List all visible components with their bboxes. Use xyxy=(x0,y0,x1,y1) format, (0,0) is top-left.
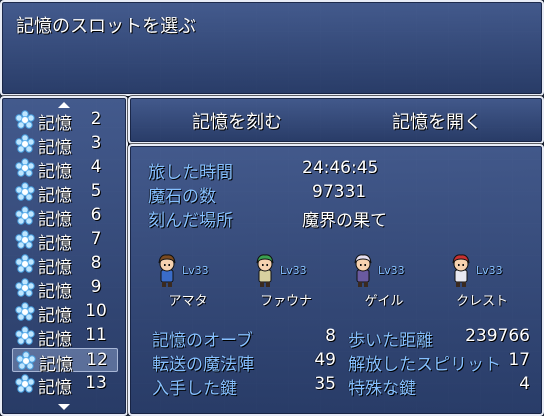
slot-label: 記憶 xyxy=(38,258,72,278)
help-window: 記憶のスロットを選ぶ xyxy=(0,0,544,96)
circle-label: 転送の魔法陣 xyxy=(152,355,254,375)
character-name: ゲイル xyxy=(364,294,404,309)
save-slot-9[interactable]: 記憶 9 xyxy=(12,276,118,302)
steps-value: 239766 xyxy=(465,326,530,346)
level-text: Lv33 xyxy=(476,264,503,277)
save-slot-13[interactable]: 記憶 13 xyxy=(12,372,118,398)
level-text: Lv33 xyxy=(378,264,405,277)
gold-value: 97331 xyxy=(312,182,367,202)
slot-number: 7 xyxy=(90,229,102,249)
special-keys-value: 4 xyxy=(519,374,530,394)
level-text: Lv33 xyxy=(182,264,209,277)
slot-number: 3 xyxy=(90,133,102,153)
character-name: クレスト xyxy=(455,294,508,309)
slot-number: 5 xyxy=(90,181,102,201)
slot-label: 記憶 xyxy=(38,306,72,326)
party-member-4: Lv33 クレスト xyxy=(434,250,530,310)
party-member-3: Lv33 ゲイル xyxy=(336,250,432,310)
save-slot-6[interactable]: 記憶 6 xyxy=(12,204,118,230)
character-name: ファウナ xyxy=(259,294,312,309)
level-text: Lv33 xyxy=(280,264,307,277)
slot-label: 記憶 xyxy=(38,114,72,134)
slot-label: 記憶 xyxy=(38,234,72,254)
slot-label: 記憶 xyxy=(38,162,72,182)
slot-number: 2 xyxy=(90,109,102,129)
save-slot-3[interactable]: 記憶 3 xyxy=(12,132,118,158)
save-slot-4[interactable]: 記憶 4 xyxy=(12,156,118,182)
slot-label: 記憶 xyxy=(38,186,72,206)
slot-number: 13 xyxy=(85,373,107,393)
load-memory-button[interactable]: 記憶を開く xyxy=(392,108,482,134)
save-slot-11[interactable]: 記憶 11 xyxy=(12,324,118,350)
slot-number: 9 xyxy=(90,277,102,297)
keys-value: 35 xyxy=(314,374,336,394)
slot-label: 記憶 xyxy=(38,282,72,302)
save-info-window: 旅した時間 24:46:45 魔石の数 97331 刻んだ場所 魔界の果て Lv… xyxy=(128,144,544,416)
save-slot-7[interactable]: 記憶 7 xyxy=(12,228,118,254)
character-name: アマタ xyxy=(168,294,208,309)
gold-label: 魔石の数 xyxy=(148,187,216,207)
scroll-down-arrow-icon[interactable] xyxy=(58,404,70,410)
save-memory-button[interactable]: 記憶を刻む xyxy=(192,108,282,134)
special-keys-label: 特殊な鍵 xyxy=(348,379,416,399)
save-slot-10[interactable]: 記憶 10 xyxy=(12,300,118,326)
save-slot-8[interactable]: 記憶 8 xyxy=(12,252,118,278)
orb-label: 記憶のオーブ xyxy=(152,331,253,351)
slot-number: 8 xyxy=(90,253,102,273)
slot-number: 10 xyxy=(85,301,107,321)
playtime-value: 24:46:45 xyxy=(302,158,379,178)
slot-label: 記憶 xyxy=(38,138,72,158)
slot-label: 記憶 xyxy=(38,378,72,398)
location-label: 刻んだ場所 xyxy=(148,211,233,231)
command-window: 記憶を刻む 記憶を開く xyxy=(128,96,544,144)
slot-number: 6 xyxy=(90,205,102,225)
save-slot-5[interactable]: 記憶 5 xyxy=(12,180,118,206)
circle-value: 49 xyxy=(314,350,336,370)
save-slot-2[interactable]: 記憶 2 xyxy=(12,108,118,134)
party-member-2: Lv33 ファウナ xyxy=(238,250,334,310)
keys-label: 入手した鍵 xyxy=(152,379,237,399)
party-member-1: Lv33 アマタ xyxy=(140,250,236,310)
orb-value: 8 xyxy=(325,326,336,346)
save-slot-12[interactable]: 記憶 12 xyxy=(12,348,118,375)
slot-label: 記憶 xyxy=(38,330,72,350)
slot-number: 12 xyxy=(86,350,108,370)
location-value: 魔界の果て xyxy=(302,211,387,231)
playtime-label: 旅した時間 xyxy=(148,163,233,183)
spirit-value: 17 xyxy=(508,350,530,370)
steps-label: 歩いた距離 xyxy=(348,331,433,351)
slot-number: 11 xyxy=(85,325,107,345)
slot-label: 記憶 xyxy=(38,210,72,230)
save-slot-list[interactable]: 記憶 2 記憶 3 記憶 4 記憶 5 記憶 6 記憶 7 記憶 8 記憶 9 記憶 10 記憶 11 記憶 12 記憶 13 xyxy=(0,96,128,416)
slot-number: 4 xyxy=(90,157,102,177)
help-text: 記憶のスロットを選ぶ xyxy=(16,16,196,37)
